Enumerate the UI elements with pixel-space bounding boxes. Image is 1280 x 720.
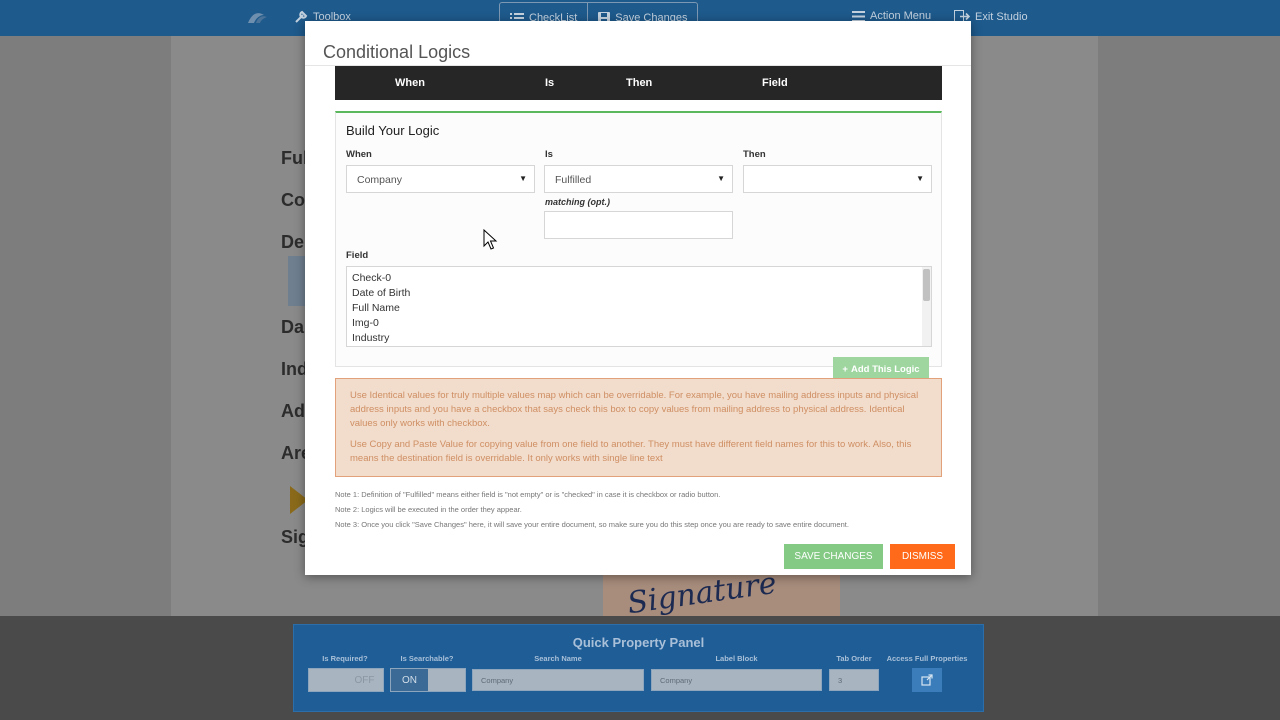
- column-header-is: Is: [545, 77, 555, 89]
- full-properties-label: Access Full Properties: [886, 654, 968, 663]
- listbox-scrollbar[interactable]: [922, 267, 931, 346]
- caret-down-icon: ▼: [916, 174, 924, 183]
- builder-heading: Build Your Logic: [346, 123, 440, 138]
- notes-list: Note 1: Definition of "Fulfilled" means …: [335, 490, 955, 535]
- bg-field-label: Ind: [281, 359, 308, 379]
- matching-label: matching (opt.): [545, 197, 610, 207]
- column-header-then: Then: [626, 77, 653, 89]
- bg-field-label: De: [281, 232, 305, 252]
- save-changes-button[interactable]: SAVE CHANGES: [784, 544, 883, 569]
- matching-input[interactable]: [544, 211, 733, 239]
- hamburger-icon: [852, 10, 865, 22]
- toggle-off: OFF: [346, 669, 383, 691]
- warning-box: Use Identical values for truly multiple …: [335, 378, 942, 477]
- bg-field-label: Ful: [281, 148, 308, 168]
- toggle-blank: [428, 669, 465, 691]
- logic-builder-panel: Build Your Logic When Company ▼ Is Fulfi…: [335, 111, 942, 367]
- is-select[interactable]: Fulfilled ▼: [544, 165, 733, 193]
- bg-field-label: Co: [281, 190, 305, 210]
- scrollbar-thumb[interactable]: [923, 269, 930, 301]
- logo-icon: [248, 13, 267, 23]
- quick-panel-title: Quick Property Panel: [572, 635, 705, 650]
- list-item[interactable]: Check-0: [347, 271, 931, 286]
- note-item: Note 1: Definition of "Fulfilled" means …: [335, 490, 721, 499]
- tab-order-input[interactable]: 3: [829, 669, 879, 691]
- add-logic-label: Add This Logic: [850, 363, 920, 375]
- bg-field-label: Ad: [281, 401, 305, 421]
- column-header-field: Field: [762, 77, 788, 89]
- list-item[interactable]: Date of Birth: [347, 286, 931, 301]
- is-required-label: Is Required?: [322, 654, 368, 663]
- list-item[interactable]: Full Name: [347, 301, 931, 316]
- tab-order-label: Tab Order: [836, 654, 872, 663]
- list-item[interactable]: Industry: [347, 331, 931, 346]
- warning-text-copy-paste: Use Copy and Paste Value for copying val…: [350, 439, 912, 464]
- then-label: Then: [743, 149, 766, 160]
- mouse-cursor-icon: [483, 229, 498, 250]
- warning-text-identical: Use Identical values for truly multiple …: [350, 390, 919, 429]
- is-required-toggle[interactable]: OFF: [308, 668, 384, 692]
- field-listbox[interactable]: Check-0 Date of Birth Full Name Img-0 In…: [346, 266, 932, 347]
- open-properties-button[interactable]: [912, 668, 942, 692]
- search-name-input[interactable]: Company: [472, 669, 644, 691]
- toggle-on: ON: [391, 669, 428, 691]
- dismiss-button[interactable]: DISMISS: [890, 544, 955, 569]
- then-select[interactable]: ▼: [743, 165, 932, 193]
- is-searchable-toggle[interactable]: ON: [390, 668, 466, 692]
- column-header-when: When: [395, 77, 425, 89]
- signature-text: Signature: [625, 574, 779, 616]
- is-label: Is: [545, 149, 553, 160]
- label-block-input[interactable]: Company: [651, 669, 822, 691]
- conditional-logics-modal: Conditional Logics When Is Then Field Bu…: [305, 21, 971, 575]
- caret-down-icon: ▼: [717, 174, 725, 183]
- toggle-blank: [309, 669, 346, 691]
- search-name-label: Search Name: [534, 654, 582, 663]
- modal-title: Conditional Logics: [323, 42, 471, 62]
- when-select[interactable]: Company ▼: [346, 165, 535, 193]
- caret-down-icon: ▼: [519, 174, 527, 183]
- when-value: Company: [357, 174, 402, 186]
- external-link-icon: [921, 674, 933, 686]
- logic-table-header: When Is Then Field: [335, 66, 942, 100]
- signature-image: Signature: [603, 574, 840, 616]
- quick-property-panel: Quick Property Panel Is Required? OFF Is…: [293, 624, 984, 712]
- exit-studio-label: Exit Studio: [975, 10, 1028, 23]
- label-block-label: Label Block: [715, 654, 758, 663]
- is-value: Fulfilled: [555, 174, 592, 186]
- note-item: Note 3: Once you click "Save Changes" he…: [335, 520, 849, 529]
- plus-icon: +: [842, 363, 848, 375]
- note-item: Note 2: Logics will be executed in the o…: [335, 505, 522, 514]
- when-label: When: [346, 149, 372, 160]
- field-label: Field: [346, 250, 369, 261]
- bg-field-label: Da: [281, 317, 305, 337]
- is-searchable-label: Is Searchable?: [400, 654, 454, 663]
- list-item[interactable]: Img-0: [347, 316, 931, 331]
